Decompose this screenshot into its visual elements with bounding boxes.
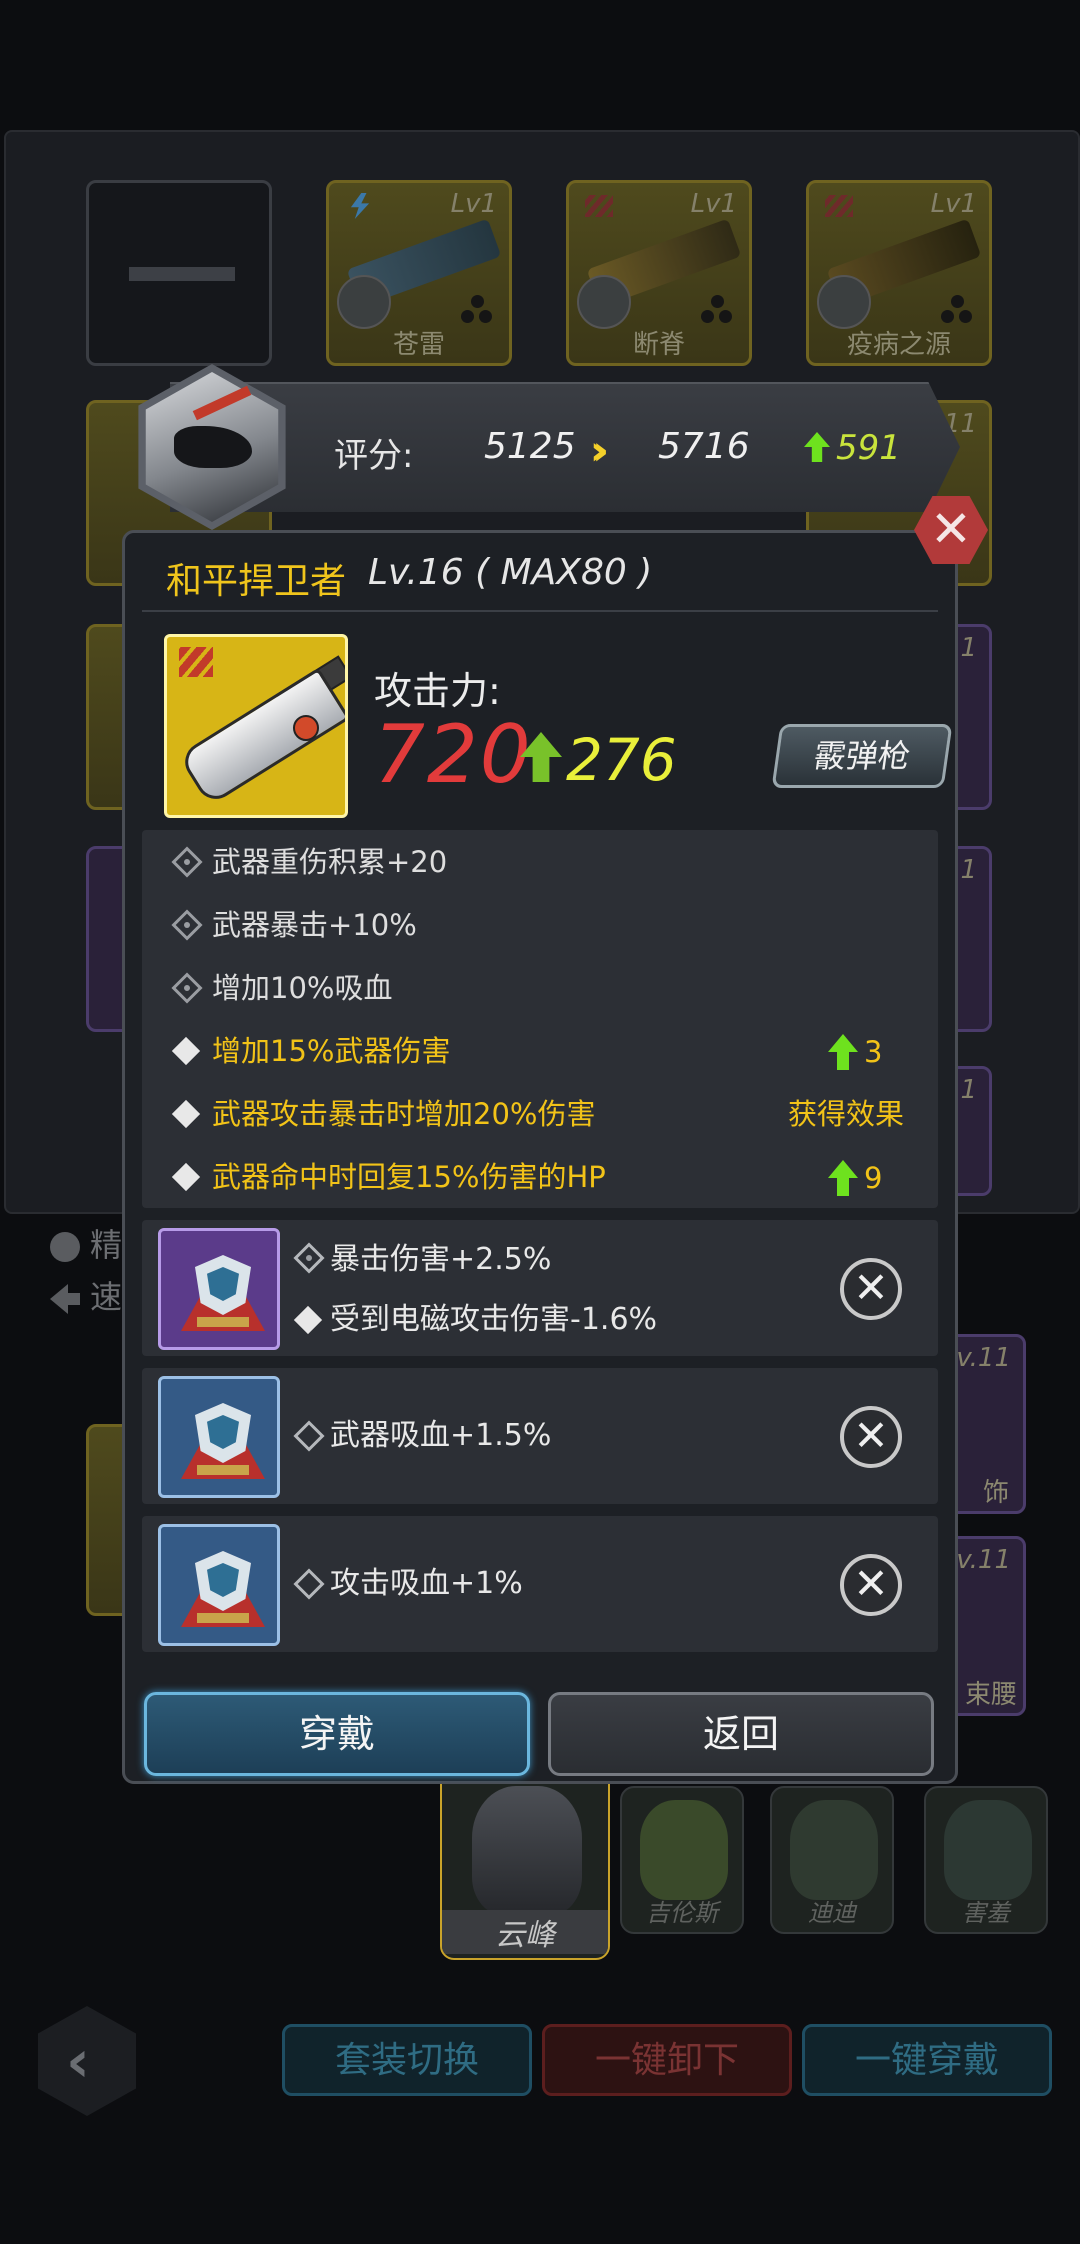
unequip-all-button[interactable]: 一键卸下 [542,2024,792,2096]
item-name: 和平捍卫者 [166,561,347,602]
remove-chip-button[interactable]: ✕ [840,1554,902,1616]
attribute-effect-status: 获得效果 [788,1097,905,1131]
shotgun-icon [164,634,348,818]
score-new: 5716 [658,426,750,467]
weapon-slot-duanji[interactable]: Lv1 断脊 [566,180,752,366]
weapon-slot-yibing[interactable]: Lv1 疫病之源 [806,180,992,366]
speed-icon [50,1284,80,1314]
back-nav-button[interactable]: ‹ [38,2006,136,2116]
remove-chip-button[interactable]: ✕ [840,1258,902,1320]
hero-name: 云峰 [442,1910,608,1954]
hero-name: 迪迪 [808,1899,856,1927]
avatar [337,275,391,329]
chip-row: 攻击吸血+1% ✕ [142,1516,938,1652]
close-icon: ✕ [853,1263,889,1312]
weapon-type-button[interactable]: 霰弹枪 [771,724,953,788]
dots-icon [461,295,495,325]
chevron-left-icon: ‹ [66,2027,90,2095]
chip-row: 暴击伤害+2.5% 受到电磁攻击伤害-1.6% ✕ [142,1220,938,1356]
attack-value: 720 [374,708,533,801]
hero-card-selected[interactable]: 云峰 [440,1770,610,1960]
empty-slot-dash [129,267,235,281]
up-arrow-icon [828,1034,858,1070]
avatar [817,275,871,329]
set-switch-button[interactable]: 套装切换 [282,2024,532,2096]
avatar [577,275,631,329]
stat-label: 速 [50,1272,122,1318]
lock-diamond-icon [293,1242,325,1274]
stat-label: 精 [50,1220,122,1266]
back-button[interactable]: 返回 [548,1692,934,1776]
brain-icon [50,1232,80,1262]
attack-gain: 276 [566,726,677,794]
chip-icon [158,1376,280,1498]
attribute-list: 武器重伤积累+20 武器暴击+10% 增加10%吸血 增加15%武器伤害 3 武… [142,830,938,1208]
chip-icon [158,1524,280,1646]
lock-diamond-icon [293,1420,325,1452]
double-chevron-right-icon: ›› [590,428,609,474]
bullets-icon [825,195,853,217]
slot-name: 苍雷 [392,330,445,360]
dots-icon [701,295,735,325]
hero-portrait [640,1800,728,1900]
hero-card[interactable]: 迪迪 [770,1786,894,1934]
lock-diamond-icon [171,846,203,878]
diamond-icon [171,1162,201,1192]
diamond-icon [171,1099,201,1129]
diamond-icon [171,1036,201,1066]
score-diff: 591 [836,428,901,468]
slot-level: Lv1 [690,189,737,219]
hero-name: 害羞 [962,1899,1010,1927]
slot-level: Lv1 [450,189,497,219]
score-label: 评分: [334,436,414,476]
slot-level: v.11 [956,1545,1011,1575]
close-icon: ✕ [853,1559,889,1608]
dots-icon [941,295,975,325]
attribute-gain: 3 [864,1035,883,1069]
hero-name: 吉伦斯 [646,1899,718,1927]
slot-level: 1 [960,855,977,885]
slot-name: 疫病之源 [846,330,951,360]
lock-diamond-icon [171,909,203,941]
remove-chip-button[interactable]: ✕ [840,1406,902,1468]
slot-level: Lv1 [930,189,977,219]
hero-portrait [944,1800,1032,1900]
attribute-gain: 9 [864,1161,883,1195]
item-level: Lv.16 ( MAX80 ) [368,552,653,593]
divider [142,610,938,612]
bullets-icon [585,195,613,217]
chip-icon [158,1228,280,1350]
lightning-icon [350,193,370,219]
equip-button[interactable]: 穿戴 [144,1692,530,1776]
weapon-slot-canglei[interactable]: Lv1 苍雷 [326,180,512,366]
hero-portrait [472,1786,582,1916]
hero-card[interactable]: 害羞 [924,1786,1048,1934]
lock-diamond-icon [171,972,203,1004]
bullets-icon [179,647,213,677]
slot-level: v.11 [956,1343,1011,1373]
close-icon: ✕ [853,1411,889,1460]
equip-all-button[interactable]: 一键穿戴 [802,2024,1052,2096]
attack-label: 攻击力: [374,669,501,713]
slot-name: 断脊 [632,330,685,360]
hero-card[interactable]: 吉伦斯 [620,1786,744,1934]
up-arrow-icon [828,1160,858,1196]
empty-slot[interactable] [86,180,272,366]
lock-diamond-icon [293,1568,325,1600]
diamond-icon [293,1305,323,1335]
slot-level: 1 [960,633,977,663]
score-old: 5125 [484,426,576,467]
chip-row: 武器吸血+1.5% ✕ [142,1368,938,1504]
hero-portrait [790,1800,878,1900]
slot-level: 1 [960,1075,977,1105]
